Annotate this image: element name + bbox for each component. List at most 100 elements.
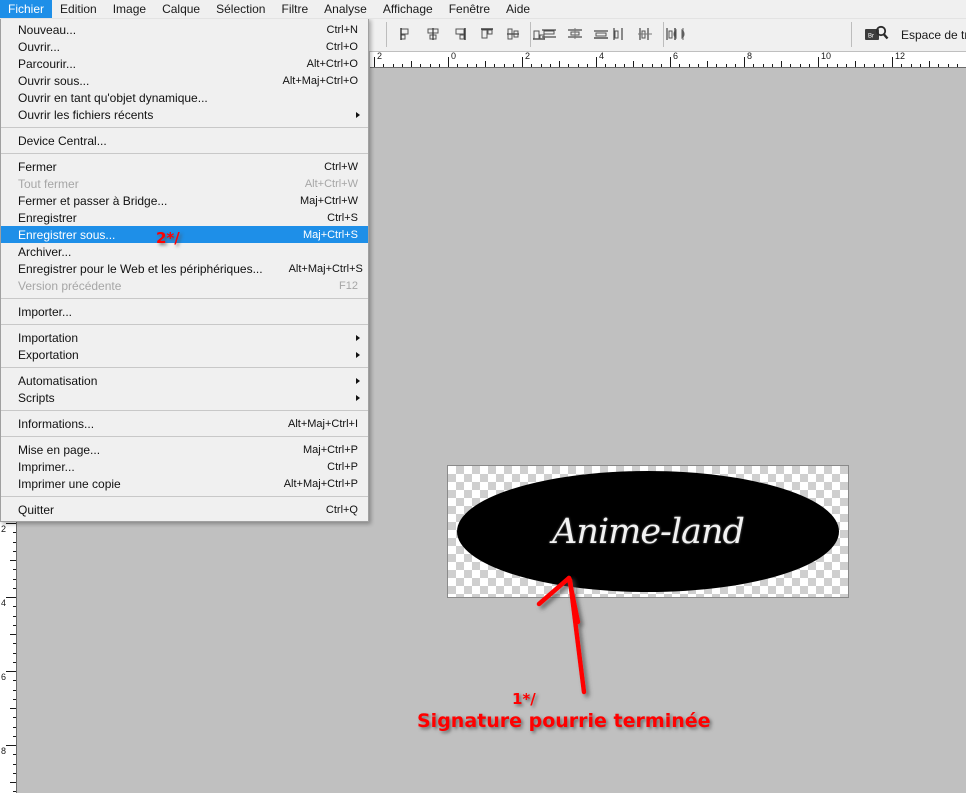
menu-item-scripts[interactable]: Scripts	[1, 389, 368, 406]
align-horizontal-centers-icon[interactable]	[422, 23, 444, 45]
menu-item-imprimer-une-copie[interactable]: Imprimer une copie Alt+Maj+Ctrl+P	[1, 475, 368, 492]
ruler-minor-tick	[827, 64, 829, 67]
ruler-minor-tick	[568, 64, 570, 67]
menu-item-informations[interactable]: Informations... Alt+Maj+Ctrl+I	[1, 415, 368, 432]
menubar-item-aide[interactable]: Aide	[498, 0, 538, 18]
distribute-left-edges-icon[interactable]	[608, 23, 630, 45]
menubar-item-image[interactable]: Image	[105, 0, 154, 18]
menu-item-label: Scripts	[18, 390, 55, 405]
menu-item-enregistrer[interactable]: Enregistrer Ctrl+S	[1, 209, 368, 226]
menu-item-importation[interactable]: Importation	[1, 329, 368, 346]
menu-item-quitter[interactable]: Quitter Ctrl+Q	[1, 501, 368, 518]
ruler-minor-tick	[485, 61, 486, 67]
toolbar-separator	[386, 22, 387, 47]
ruler-minor-tick	[10, 560, 16, 561]
ruler-minor-tick	[13, 726, 16, 728]
ruler-minor-tick	[697, 64, 699, 67]
menu-item-label: Informations...	[18, 416, 95, 431]
menu-item-label: Importation	[18, 330, 79, 345]
menu-item-ouvrir-en-tant-qu-objet-dynamique[interactable]: Ouvrir en tant qu'objet dynamique...	[1, 89, 368, 106]
ruler-minor-tick	[586, 64, 588, 67]
menu-bar: Fichier Edition Image Calque Sélection Filtre…	[0, 0, 966, 19]
menu-item-label: Nouveau...	[18, 22, 77, 37]
align-vertical-centers-icon[interactable]	[502, 23, 524, 45]
ruler-minor-tick	[864, 64, 866, 67]
menubar-item-analyse[interactable]: Analyse	[316, 0, 375, 18]
bridge-launch-icon[interactable]: Br	[862, 23, 892, 45]
menu-item-fermer[interactable]: Fermer Ctrl+W	[1, 158, 368, 175]
ruler-minor-tick	[956, 64, 958, 67]
align-right-edges-icon[interactable]	[448, 23, 470, 45]
menubar-item-fichier[interactable]: Fichier	[0, 0, 53, 18]
distribute-vertical-centers-icon[interactable]	[564, 23, 586, 45]
menu-item-shortcut: Ctrl+S	[327, 211, 358, 224]
menu-item-parcourir[interactable]: Parcourir... Alt+Ctrl+O	[1, 55, 368, 72]
menu-item-mise-en-page[interactable]: Mise en page... Maj+Ctrl+P	[1, 441, 368, 458]
menu-item-label: Device Central...	[18, 133, 107, 148]
ruler-tick-label: 4	[599, 51, 605, 61]
menubar-item-slection[interactable]: Sélection	[208, 0, 273, 18]
ruler-minor-tick	[577, 64, 579, 67]
workspace-label[interactable]: Espace de tra	[901, 18, 966, 51]
ruler-minor-tick	[466, 64, 468, 67]
menu-item-ouvrir-les-fichiers-r-cents[interactable]: Ouvrir les fichiers récents	[1, 106, 368, 123]
ruler-minor-tick	[605, 64, 607, 67]
ruler-minor-tick	[420, 64, 422, 67]
menu-item-archiver[interactable]: Archiver...	[1, 243, 368, 260]
ruler-major-tick	[522, 57, 523, 67]
menu-item-nouveau[interactable]: Nouveau... Ctrl+N	[1, 21, 368, 38]
menu-item-importer[interactable]: Importer...	[1, 303, 368, 320]
menu-item-label: Importer...	[18, 304, 73, 319]
file-menu-dropdown[interactable]: Nouveau... Ctrl+N Ouvrir... Ctrl+O Parcourir…	[0, 18, 369, 522]
align-top-edges-icon[interactable]	[476, 23, 498, 45]
vertical-ruler[interactable]: 246810	[0, 515, 17, 793]
distribute-horizontal-group	[608, 23, 682, 45]
ruler-minor-tick	[13, 717, 16, 719]
ruler-tick-label: 6	[673, 51, 679, 61]
menu-item-device-central[interactable]: Device Central...	[1, 132, 368, 149]
menu-item-ouvrir-sous[interactable]: Ouvrir sous... Alt+Maj+Ctrl+O	[1, 72, 368, 89]
ruler-minor-tick	[13, 578, 16, 580]
ruler-major-tick	[6, 597, 16, 598]
ruler-major-tick	[670, 57, 671, 67]
ruler-major-tick	[744, 57, 745, 67]
auto-align-layers-icon[interactable]	[672, 23, 694, 45]
menubar-item-filtre[interactable]: Filtre	[273, 0, 316, 18]
ruler-minor-tick	[13, 550, 16, 552]
menu-item-imprimer[interactable]: Imprimer... Ctrl+P	[1, 458, 368, 475]
menu-item-automatisation[interactable]: Automatisation	[1, 372, 368, 389]
menu-item-tout-fermer: Tout fermer Alt+Ctrl+W	[1, 175, 368, 192]
menu-item-shortcut: Alt+Ctrl+O	[306, 57, 358, 70]
menubar-item-edition[interactable]: Edition	[52, 0, 105, 18]
ruler-minor-tick	[13, 661, 16, 663]
distribute-horizontal-centers-icon[interactable]	[634, 23, 656, 45]
menu-item-label: Automatisation	[18, 373, 98, 388]
distribute-top-edges-icon[interactable]	[538, 23, 560, 45]
ruler-minor-tick	[13, 569, 16, 571]
image-canvas[interactable]: Anime-land	[447, 465, 849, 598]
ruler-minor-tick	[13, 652, 16, 654]
menu-item-enregistrer-sous[interactable]: Enregistrer sous... Maj+Ctrl+S	[1, 226, 368, 243]
menu-item-shortcut: Maj+Ctrl+S	[302, 228, 358, 241]
menubar-item-calque[interactable]: Calque	[154, 0, 208, 18]
ruler-minor-tick	[707, 61, 708, 67]
align-left-edges-icon[interactable]	[396, 23, 418, 45]
menu-item-label: Fermer et passer à Bridge...	[18, 193, 168, 208]
menu-item-ouvrir[interactable]: Ouvrir... Ctrl+O	[1, 38, 368, 55]
ruler-major-tick	[6, 671, 16, 672]
ruler-tick-label: 2	[377, 51, 383, 61]
menu-item-label: Ouvrir en tant qu'objet dynamique...	[18, 90, 208, 105]
menu-item-exportation[interactable]: Exportation	[1, 346, 368, 363]
menu-item-enregistrer-pour-le-web-et-les-p-riph-riques[interactable]: Enregistrer pour le Web et les périphéri…	[1, 260, 368, 277]
horizontal-ruler[interactable]: 2024681012141618	[370, 51, 966, 68]
menubar-item-affichage[interactable]: Affichage	[375, 0, 441, 18]
submenu-arrow-icon	[356, 351, 360, 358]
menu-item-shortcut: Ctrl+N	[326, 23, 358, 36]
menu-item-label: Enregistrer sous...	[18, 227, 116, 242]
ruler-minor-tick	[808, 64, 810, 67]
menu-item-fermer-et-passer-bridge[interactable]: Fermer et passer à Bridge... Maj+Ctrl+W	[1, 192, 368, 209]
logo-signature-text: Anime-land	[552, 511, 745, 552]
ruler-minor-tick	[799, 64, 801, 67]
menu-item-label: Archiver...	[18, 244, 72, 259]
menubar-item-fentre[interactable]: Fenêtre	[441, 0, 498, 18]
